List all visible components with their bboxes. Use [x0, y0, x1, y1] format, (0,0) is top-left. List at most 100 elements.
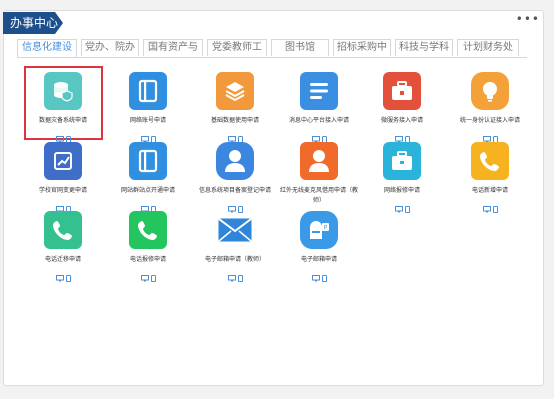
- mobile-icon: [65, 128, 71, 143]
- tab-state-assets[interactable]: 国有资产与: [143, 39, 203, 56]
- desktop-icon: [482, 198, 491, 213]
- desktop-icon: [140, 267, 149, 282]
- mobile-icon: [492, 128, 498, 143]
- app-label: 基础数据使用申请: [210, 117, 259, 124]
- mobile-icon: [65, 267, 71, 282]
- book-icon: [129, 72, 167, 110]
- mobile-icon: [150, 198, 156, 213]
- user-icon: [300, 142, 338, 180]
- tab-science[interactable]: 科技与学科: [395, 39, 453, 56]
- mobile-icon: [321, 267, 327, 282]
- desktop-icon: [227, 128, 236, 143]
- app-label: 网络报修申请: [383, 187, 420, 194]
- device-icons: [274, 128, 364, 143]
- desktop-icon: [227, 198, 236, 213]
- app-tile[interactable]: 红外无线麦克风借用申请（教师）: [274, 142, 364, 223]
- app-tile[interactable]: 基础数据使用申请: [190, 72, 280, 143]
- app-tile[interactable]: 统一身份认证接入申请: [445, 72, 535, 143]
- mobile-icon: [150, 128, 156, 143]
- desktop-icon: [311, 128, 320, 143]
- device-icons: [190, 128, 280, 143]
- app-tile[interactable]: 电话报修申请: [103, 211, 193, 282]
- device-icons: [357, 128, 447, 143]
- tab-party-teacher[interactable]: 党委教师工: [207, 39, 267, 56]
- more-menu-icon[interactable]: •••: [516, 13, 540, 25]
- mobile-icon: [404, 128, 410, 143]
- desktop-icon: [394, 198, 403, 213]
- device-icons: [18, 198, 108, 213]
- app-label: 网站群站点开通申请: [120, 187, 175, 194]
- desktop-icon: [394, 128, 403, 143]
- app-label: 信息系统项目备案登记申请: [198, 187, 271, 194]
- app-tile[interactable]: P 电子邮箱申请: [274, 211, 364, 282]
- device-icons: [274, 267, 364, 282]
- device-icons: [445, 128, 535, 143]
- device-icons: [357, 198, 447, 213]
- device-icons: [190, 267, 280, 282]
- desktop-icon: [140, 128, 149, 143]
- list-icon: [300, 72, 338, 110]
- app-tile[interactable]: 电子邮箱申请（教师）: [190, 211, 280, 282]
- book-icon: [129, 142, 167, 180]
- app-label: 数据灾备系统申请: [38, 117, 87, 124]
- app-label: 电话迁移申请: [44, 256, 81, 263]
- tab-procurement[interactable]: 招标采购中: [333, 39, 391, 56]
- app-label: 统一身份认证接入申请: [459, 117, 520, 124]
- bulb-icon: [471, 72, 509, 110]
- device-icons: [103, 267, 193, 282]
- briefcase-icon: [383, 142, 421, 180]
- phone-icon: [471, 142, 509, 180]
- category-tabs: 信息化建设 党办、院办 国有资产与 党委教师工 图书馆 招标采购中 科技与学科 …: [17, 39, 527, 58]
- app-label: 电话新增申请: [471, 187, 508, 194]
- tab-library[interactable]: 图书馆: [271, 39, 329, 56]
- app-label: 电子邮箱申请: [300, 256, 337, 263]
- device-icons: [190, 198, 280, 213]
- app-tile[interactable]: 电话迁移申请: [18, 211, 108, 282]
- mobile-icon: [237, 198, 243, 213]
- app-label: 电话报修申请: [129, 256, 166, 263]
- app-tile[interactable]: 网站群站点开通申请: [103, 142, 193, 213]
- device-icons: [103, 198, 193, 213]
- app-label: 消息中心平台接入申请: [288, 117, 349, 124]
- svg-text:P: P: [324, 225, 328, 232]
- app-tile[interactable]: 微服务接入申请: [357, 72, 447, 143]
- app-label: 红外无线麦克风借用申请（教师）: [279, 187, 358, 204]
- panel-title: 办事中心: [3, 12, 63, 34]
- app-label: 学校官网变更申请: [38, 187, 87, 194]
- mailbox-icon: P: [300, 211, 338, 249]
- device-icons: [445, 198, 535, 213]
- user-icon: [216, 142, 254, 180]
- desktop-icon: [140, 198, 149, 213]
- app-tile[interactable]: 网络账号申请: [103, 72, 193, 143]
- app-label: 微服务接入申请: [380, 117, 423, 124]
- toolbox-icon: [383, 72, 421, 110]
- mobile-icon: [404, 198, 410, 213]
- mobile-icon: [321, 128, 327, 143]
- app-tile[interactable]: 数据灾备系统申请: [18, 72, 108, 143]
- phone-icon: [44, 211, 82, 249]
- tab-finance[interactable]: 计划财务处: [457, 39, 519, 56]
- desktop-icon: [55, 267, 64, 282]
- desktop-icon: [482, 128, 491, 143]
- app-tile[interactable]: 信息系统项目备案登记申请: [190, 142, 280, 213]
- app-tile[interactable]: 电话新增申请: [445, 142, 535, 213]
- desktop-icon: [55, 198, 64, 213]
- mobile-icon: [65, 198, 71, 213]
- mobile-icon: [237, 267, 243, 282]
- chart-icon: [44, 142, 82, 180]
- device-icons: [18, 267, 108, 282]
- desktop-icon: [311, 267, 320, 282]
- mobile-icon: [237, 128, 243, 143]
- app-tile[interactable]: 消息中心平台接入申请: [274, 72, 364, 143]
- layers-icon: [216, 72, 254, 110]
- app-label: 电子邮箱申请（教师）: [204, 256, 265, 263]
- app-tile[interactable]: 学校官网变更申请: [18, 142, 108, 213]
- phone-icon: [129, 211, 167, 249]
- device-icons: [18, 128, 108, 143]
- app-tile[interactable]: 网络报修申请: [357, 142, 447, 213]
- tab-informatization[interactable]: 信息化建设: [17, 39, 77, 57]
- device-icons: [103, 128, 193, 143]
- mobile-icon: [492, 198, 498, 213]
- tab-party-office[interactable]: 党办、院办: [81, 39, 139, 56]
- mail-icon: [216, 211, 254, 249]
